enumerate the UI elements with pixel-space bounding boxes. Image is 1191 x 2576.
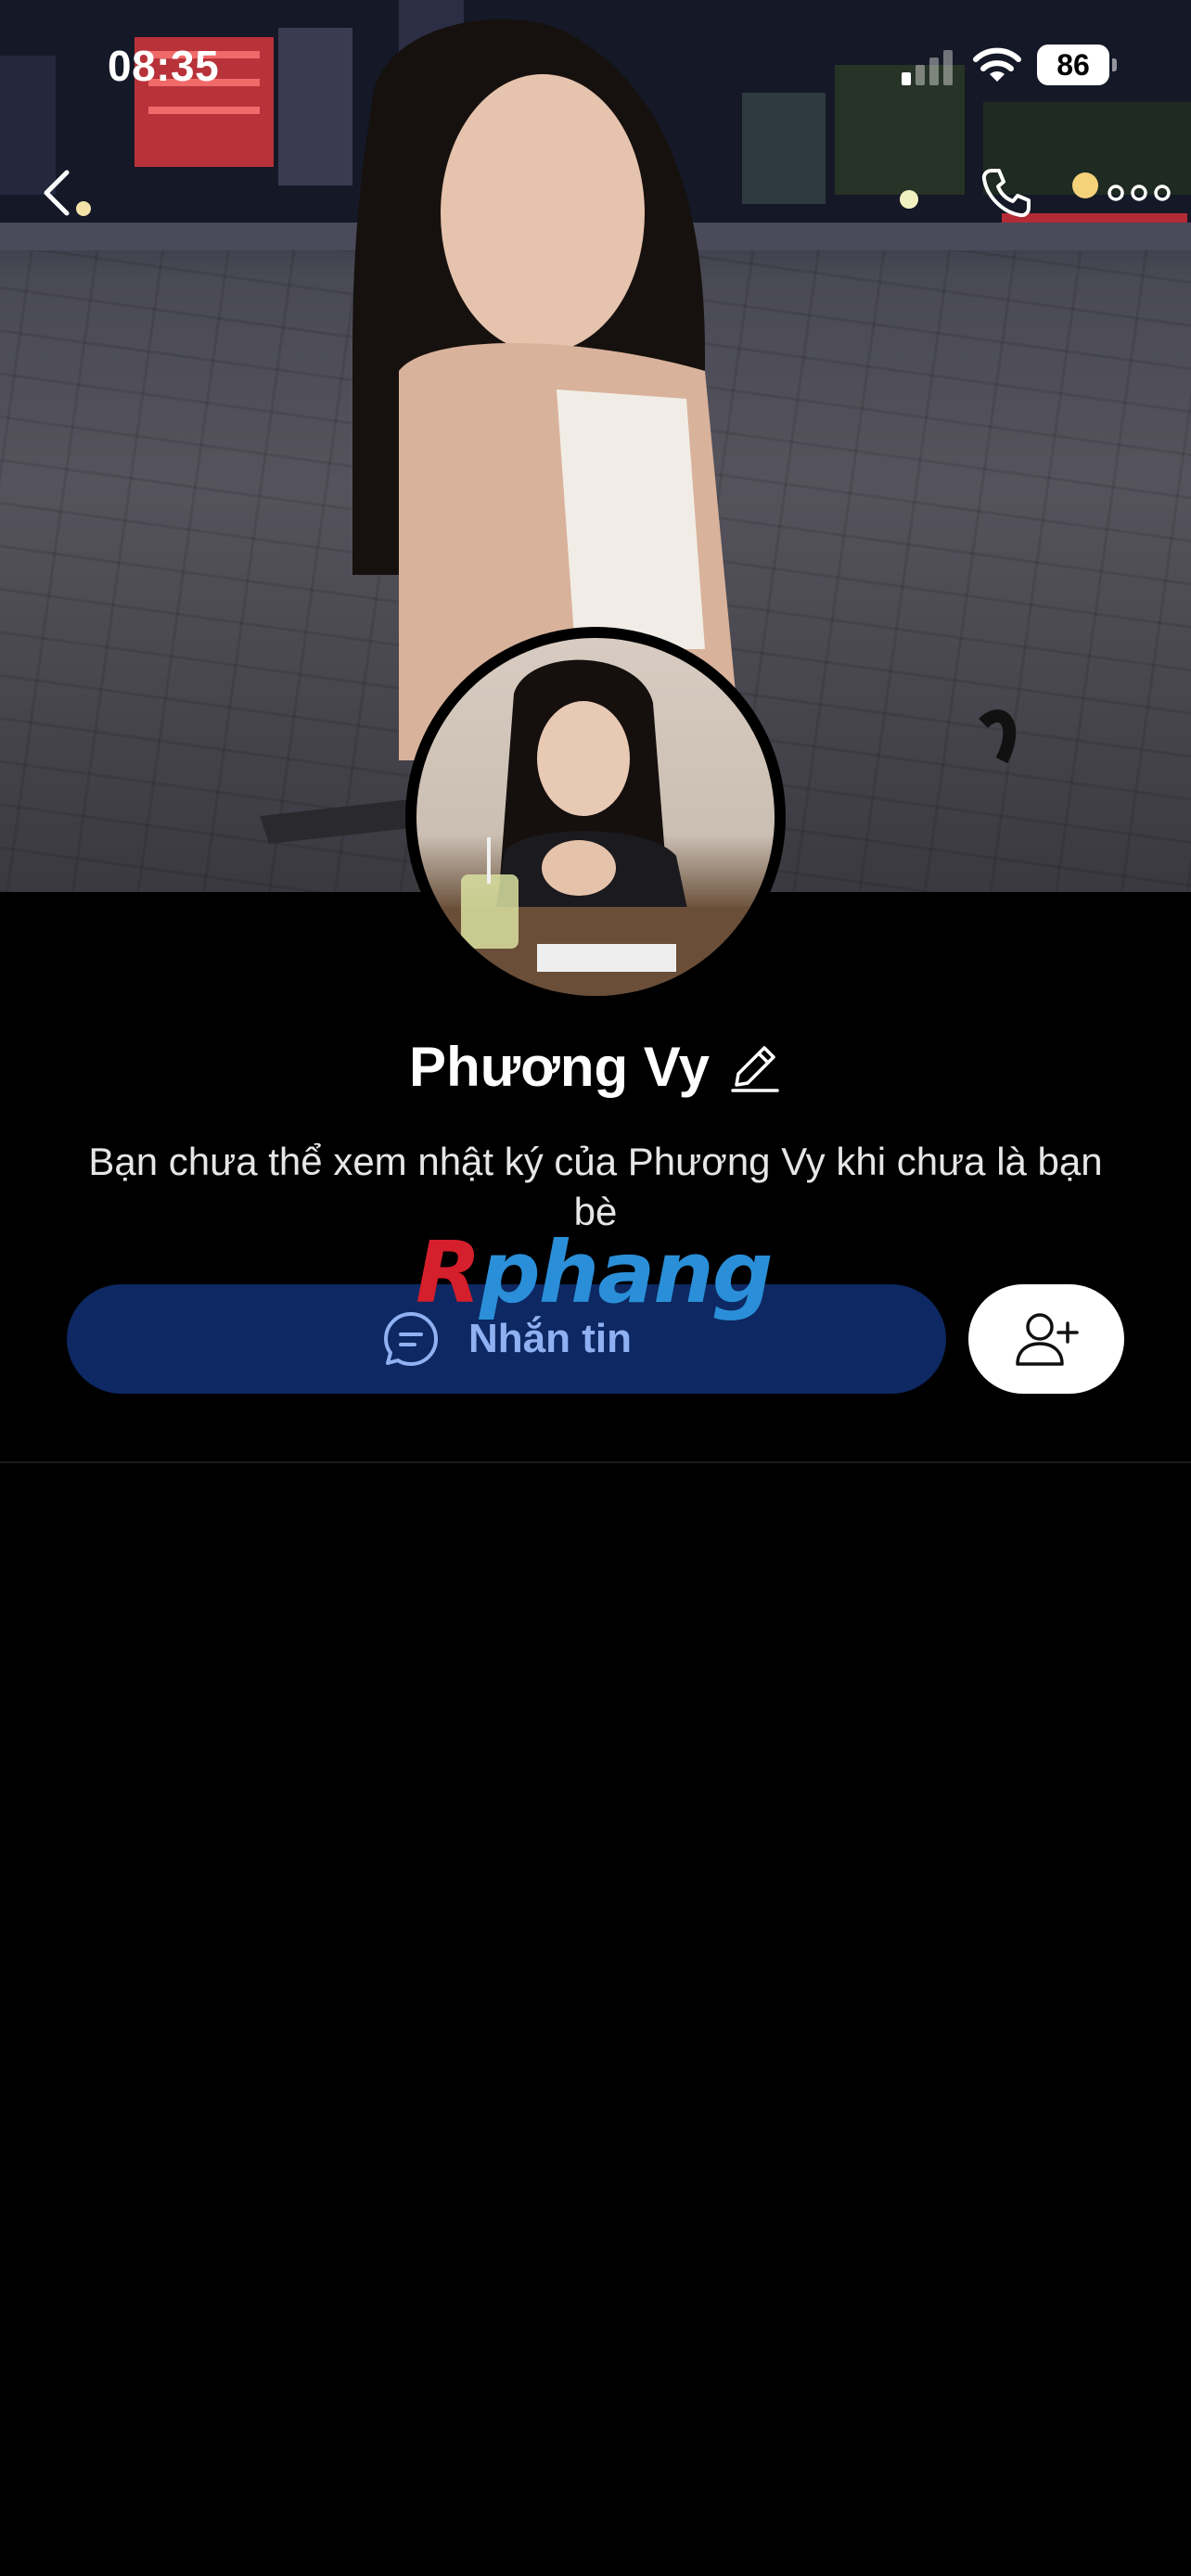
avatar-photo xyxy=(416,638,775,996)
add-user-icon xyxy=(1016,1313,1079,1366)
more-button[interactable] xyxy=(1095,156,1184,230)
phone-icon xyxy=(981,169,1031,218)
more-dots-icon xyxy=(1108,185,1171,201)
cellular-signal-icon xyxy=(902,50,953,85)
call-button[interactable] xyxy=(969,156,1044,230)
pencil-icon xyxy=(731,1046,779,1092)
message-button[interactable]: Nhắn tin xyxy=(67,1284,946,1394)
section-divider xyxy=(0,1461,1191,1463)
wifi-icon xyxy=(973,47,1021,82)
chat-bubble-icon xyxy=(384,1312,438,1366)
message-button-label: Nhắn tin xyxy=(468,1316,632,1361)
profile-name: Phương Vy xyxy=(409,1035,710,1098)
avatar-portrait xyxy=(416,659,775,996)
status-bar: 08:35 86 xyxy=(0,0,1191,130)
avatar[interactable] xyxy=(405,627,786,1007)
privacy-notice: Bạn chưa thể xem nhật ký của Phương Vy k… xyxy=(88,1140,1103,1233)
back-button[interactable] xyxy=(20,156,95,230)
edit-name-button[interactable] xyxy=(728,1039,782,1093)
chevron-left-icon xyxy=(44,170,70,216)
battery-indicator: 86 xyxy=(1037,45,1117,85)
status-time: 08:35 xyxy=(108,42,220,90)
profile-name-row: Phương Vy xyxy=(0,1027,1191,1105)
add-friend-button[interactable] xyxy=(968,1284,1124,1394)
